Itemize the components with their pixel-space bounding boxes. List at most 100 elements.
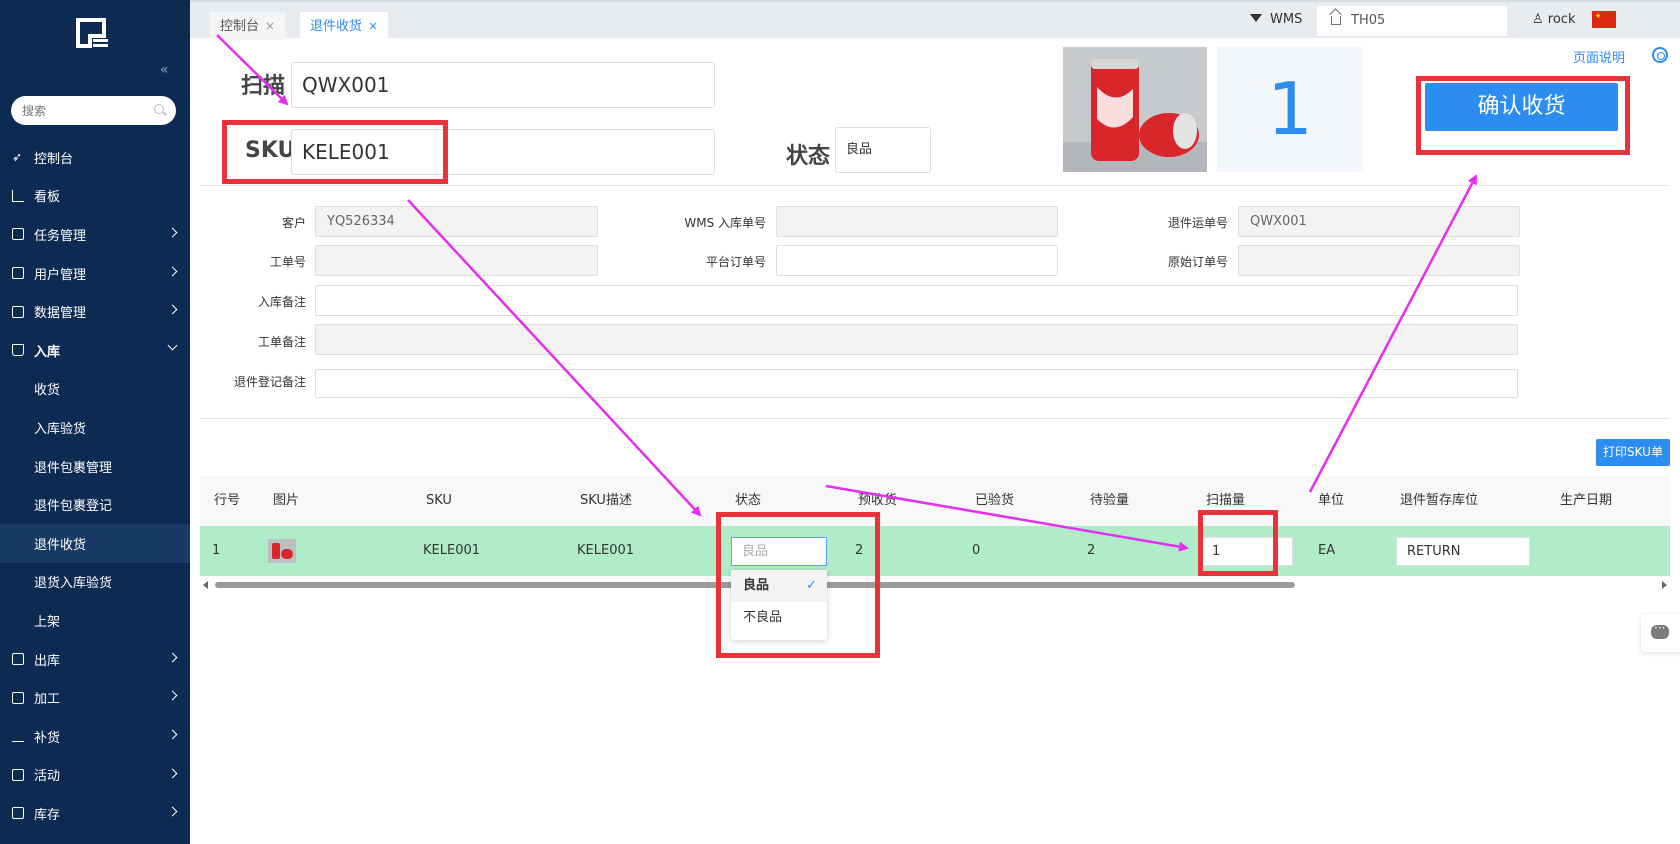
sidebar-item-return-inbound-inspect[interactable]: 退货入库验货 bbox=[0, 563, 190, 602]
sidebar-item-replenish[interactable]: 补货 bbox=[0, 717, 190, 756]
customer-label: 客户 bbox=[281, 216, 306, 230]
sidebar-item-return-receive[interactable]: 退件收货 bbox=[0, 523, 190, 563]
sidebar-item-board[interactable]: 看板 bbox=[0, 177, 190, 216]
status-select[interactable]: 良品 bbox=[835, 127, 931, 173]
app-root: « ➶ 控制台 看板 任务管理 用户管理 数据管理 入库 收货 入库验货 退件包裹… bbox=[0, 0, 1680, 844]
column-header: 图片 bbox=[273, 493, 300, 508]
return-register-remark-field[interactable] bbox=[315, 369, 1518, 398]
sidebar-item-return-package-register[interactable]: 退件包裹登记 bbox=[0, 485, 190, 524]
inbound-remark-label: 入库备注 bbox=[257, 295, 306, 309]
sidebar-item-label: 收货 bbox=[34, 383, 61, 399]
column-header: 生产日期 bbox=[1560, 493, 1613, 508]
flag-star-icon: ★ bbox=[1595, 12, 1602, 20]
annotation-box-status bbox=[716, 512, 880, 658]
scan-count: 1 bbox=[1217, 47, 1363, 172]
divider bbox=[200, 185, 1670, 186]
platform-order-label: 平台订单号 bbox=[705, 255, 766, 269]
annotation-box-confirm bbox=[1416, 76, 1630, 155]
chevron-right-icon bbox=[167, 729, 178, 740]
chevron-right-icon bbox=[167, 652, 178, 663]
sidebar-item-label: 库存 bbox=[34, 807, 61, 823]
sidebar-item-activity[interactable]: 活动 bbox=[0, 756, 190, 795]
sidebar-item-return-package-mgmt[interactable]: 退件包裹管理 bbox=[0, 447, 190, 486]
sidebar-item-putaway[interactable]: 上架 bbox=[0, 601, 190, 640]
table-horizontal-scrollbar[interactable] bbox=[200, 580, 1670, 590]
return-tracking-field[interactable]: QWX001 bbox=[1238, 206, 1520, 237]
database-icon bbox=[12, 305, 24, 318]
print-sku-button[interactable]: 打印SKU单 bbox=[1596, 439, 1670, 466]
sidebar-item-inbound-inspect[interactable]: 入库验货 bbox=[0, 408, 190, 447]
user-name: rock bbox=[1547, 12, 1576, 27]
sidebar-item-label: 数据管理 bbox=[34, 306, 87, 322]
sidebar-search[interactable] bbox=[11, 96, 176, 125]
sidebar-item-label: 出库 bbox=[34, 653, 61, 669]
original-order-field[interactable] bbox=[1238, 245, 1520, 276]
search-icon[interactable] bbox=[154, 104, 164, 114]
table-header: 行号 图片 SKU SKU描述 状态 预收货 已验货 待验量 扫描量 单位 退件… bbox=[200, 476, 1670, 526]
work-order-remark-field[interactable] bbox=[315, 324, 1518, 355]
truck-icon bbox=[12, 653, 24, 666]
chevron-down-icon bbox=[167, 340, 178, 351]
system-switcher[interactable]: WMS bbox=[1250, 12, 1302, 27]
bar-chart-icon bbox=[12, 189, 24, 202]
gear-icon[interactable] bbox=[1652, 47, 1668, 63]
return-register-remark-label: 退件登记备注 bbox=[233, 375, 306, 389]
chevron-right-icon bbox=[167, 304, 178, 315]
sidebar-item-outbound[interactable]: 出库 bbox=[0, 640, 190, 679]
sidebar-item-label: 退件包裹登记 bbox=[34, 499, 113, 515]
product-image bbox=[1063, 47, 1207, 172]
row-location-input[interactable]: RETURN bbox=[1396, 537, 1530, 566]
sidebar-item-receive[interactable]: 收货 bbox=[0, 370, 190, 409]
sidebar-item-label: 任务管理 bbox=[34, 228, 87, 244]
user-icon: ♙ bbox=[1532, 12, 1548, 27]
column-header: SKU描述 bbox=[580, 493, 632, 508]
row-sku-description: KELE001 bbox=[577, 543, 635, 558]
row-unit: EA bbox=[1318, 543, 1336, 558]
sidebar-search-input[interactable] bbox=[11, 96, 141, 125]
customer-field[interactable]: YQ526334 bbox=[315, 206, 598, 237]
close-icon[interactable]: × bbox=[368, 19, 378, 33]
scroll-left-icon[interactable] bbox=[203, 581, 208, 589]
return-tracking-label: 退件运单号 bbox=[1167, 216, 1228, 230]
page-help-link[interactable]: 页面说明 bbox=[1573, 47, 1625, 66]
sidebar-item-label: 加工 bbox=[34, 692, 61, 708]
tab-label: 控制台 bbox=[220, 19, 260, 34]
work-order-field[interactable] bbox=[315, 245, 598, 276]
chat-support-button[interactable] bbox=[1641, 614, 1680, 652]
sidebar-item-label: 活动 bbox=[34, 769, 61, 785]
sidebar-item-dashboard[interactable]: ➶ 控制台 bbox=[0, 138, 190, 177]
sidebar-item-label: 补货 bbox=[34, 730, 61, 746]
app-logo-icon[interactable] bbox=[76, 18, 110, 48]
ticket-icon bbox=[12, 768, 24, 781]
row-pending: 2 bbox=[1087, 543, 1096, 558]
list-icon bbox=[12, 807, 24, 820]
work-order-remark-label: 工单备注 bbox=[257, 335, 306, 349]
top-bar: 控制台 × 退件收货 × WMS TH05 ♙ rock ★ bbox=[190, 0, 1680, 40]
scroll-right-icon[interactable] bbox=[1662, 581, 1667, 589]
column-header: 待验量 bbox=[1090, 493, 1130, 508]
language-flag-icon[interactable]: ★ bbox=[1592, 11, 1616, 28]
sidebar-item-users[interactable]: 用户管理 bbox=[0, 254, 190, 293]
sidebar-item-data[interactable]: 数据管理 bbox=[0, 292, 190, 331]
cart-icon bbox=[12, 344, 24, 357]
inbound-remark-field[interactable] bbox=[315, 285, 1518, 316]
close-icon[interactable]: × bbox=[265, 19, 275, 33]
upload-icon bbox=[12, 730, 24, 743]
scan-input[interactable]: QWX001 bbox=[291, 62, 715, 108]
sidebar-item-inbound[interactable]: 入库 bbox=[0, 331, 190, 370]
sidebar-item-processing[interactable]: 加工 bbox=[0, 678, 190, 717]
wms-inbound-field[interactable] bbox=[776, 206, 1058, 237]
user-menu[interactable]: ♙ rock bbox=[1532, 12, 1576, 27]
collapse-sidebar-icon[interactable]: « bbox=[160, 62, 169, 78]
tab-dashboard[interactable]: 控制台 × bbox=[210, 12, 286, 40]
table-row[interactable]: 1 KELE001 KELE001 良品 2 0 2 1 EA RETURN bbox=[200, 526, 1670, 576]
sidebar-item-inventory[interactable]: 库存 bbox=[0, 794, 190, 833]
original-order-label: 原始订单号 bbox=[1167, 255, 1228, 269]
platform-order-field[interactable] bbox=[776, 245, 1058, 276]
warehouse-selector[interactable]: TH05 bbox=[1317, 6, 1507, 36]
sidebar-item-tasks[interactable]: 任务管理 bbox=[0, 215, 190, 254]
status-label: 状态 bbox=[786, 144, 831, 169]
tab-return-receive[interactable]: 退件收货 × bbox=[300, 12, 389, 40]
rocket-icon: ➶ bbox=[12, 150, 23, 165]
document-icon bbox=[12, 691, 24, 704]
